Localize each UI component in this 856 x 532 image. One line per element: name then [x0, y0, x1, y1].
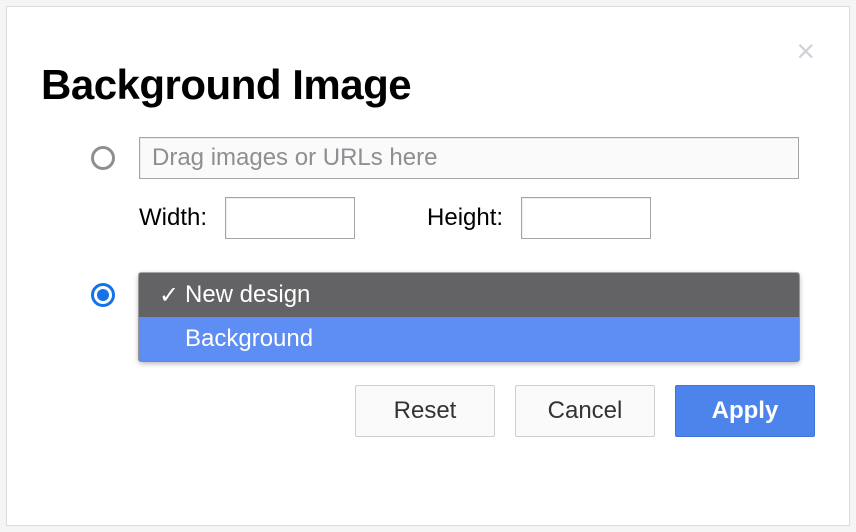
image-dropzone[interactable]: Drag images or URLs here [139, 137, 799, 179]
target-select-row: ✓ New design Background [91, 273, 815, 361]
dropdown-option-background[interactable]: Background [139, 317, 799, 361]
dropdown-option-label: Background [185, 325, 313, 353]
cancel-button[interactable]: Cancel [515, 385, 655, 437]
check-icon: ✓ [159, 281, 185, 310]
height-label: Height: [427, 204, 503, 232]
dimensions-row: Width: Height: [139, 197, 815, 239]
radio-target-select[interactable] [91, 283, 115, 307]
width-label: Width: [139, 204, 207, 232]
apply-button[interactable]: Apply [675, 385, 815, 437]
radio-image-source[interactable] [91, 146, 115, 170]
height-input[interactable] [521, 197, 651, 239]
target-dropdown[interactable]: ✓ New design Background [139, 273, 799, 361]
background-image-dialog: × Background Image Drag images or URLs h… [6, 6, 850, 526]
width-input[interactable] [225, 197, 355, 239]
dialog-button-row: Reset Cancel Apply [41, 385, 815, 437]
close-icon[interactable]: × [796, 35, 815, 67]
dropdown-option-label: New design [185, 281, 310, 309]
dropzone-placeholder: Drag images or URLs here [152, 144, 437, 172]
image-source-row: Drag images or URLs here [91, 137, 815, 179]
dropdown-option-new-design[interactable]: ✓ New design [139, 273, 799, 317]
dialog-title: Background Image [41, 61, 815, 109]
reset-button[interactable]: Reset [355, 385, 495, 437]
